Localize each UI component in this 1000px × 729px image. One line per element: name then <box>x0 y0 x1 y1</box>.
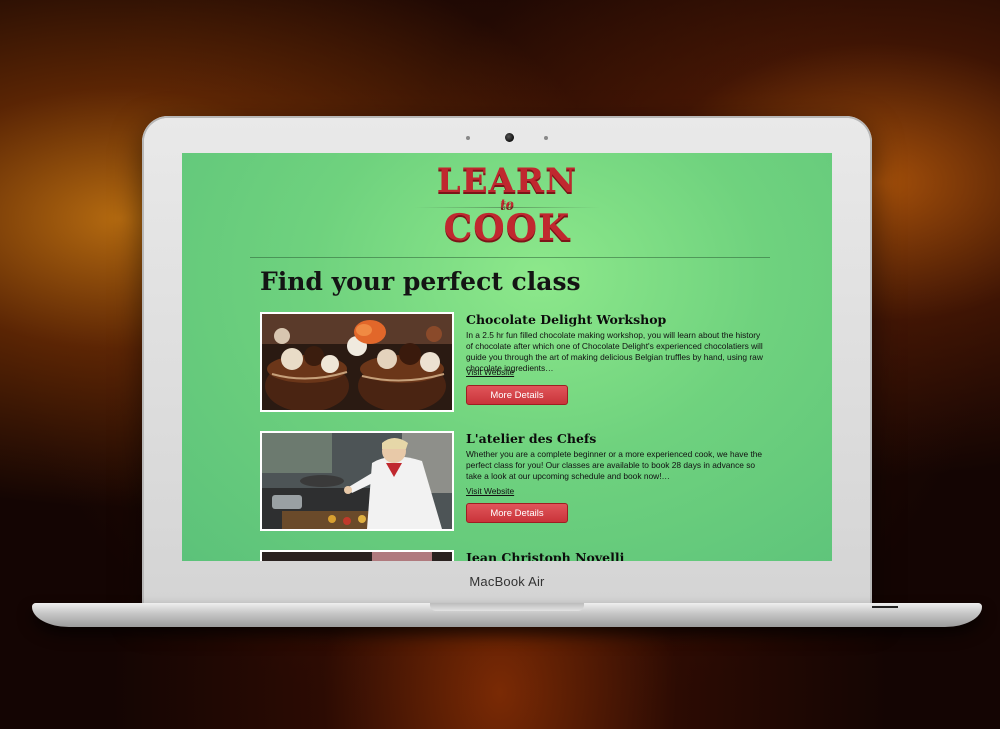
class-description: Whether you are a complete beginner or a… <box>466 449 763 481</box>
device-brand-label: MacBook Air <box>469 574 545 589</box>
class-card: Jean Christoph Novelli <box>260 550 780 561</box>
chocolate-truffles-image[interactable] <box>260 312 454 412</box>
chef-cooking-image[interactable] <box>260 431 454 531</box>
visit-website-link[interactable]: Visit Website <box>466 367 514 377</box>
site-logo[interactable]: LEARN to COOK <box>182 163 832 247</box>
class-title: L'atelier des Chefs <box>466 431 597 446</box>
header-divider <box>250 257 770 258</box>
page-title: Find your perfect class <box>260 267 581 296</box>
class-title: Chocolate Delight Workshop <box>466 312 667 327</box>
status-led <box>872 606 898 608</box>
logo-word-learn: LEARN <box>436 161 578 201</box>
logo-rule <box>414 207 600 208</box>
more-details-button[interactable]: More Details <box>466 503 568 523</box>
more-details-button[interactable]: More Details <box>466 385 568 405</box>
class-card: L'atelier des Chefs Whether you are a co… <box>260 431 780 541</box>
novelli-image[interactable] <box>260 550 454 561</box>
class-card: Chocolate Delight Workshop In a 2.5 hr f… <box>260 312 780 422</box>
visit-website-link[interactable]: Visit Website <box>466 486 514 496</box>
laptop-base <box>32 603 982 627</box>
sensor-dot <box>544 136 548 140</box>
logo-word-cook: COOK <box>443 207 571 249</box>
browser-screen: LEARN to COOK Find your perfect class Ch… <box>182 153 832 561</box>
lid-notch <box>430 603 584 611</box>
sensor-dot <box>466 136 470 140</box>
webcam-icon <box>505 133 514 142</box>
class-title: Jean Christoph Novelli <box>466 550 625 561</box>
